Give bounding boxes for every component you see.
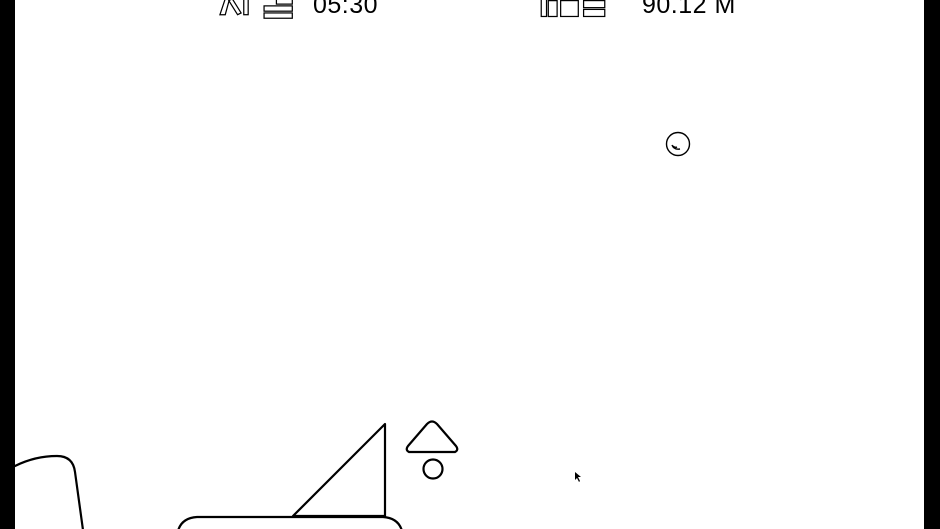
distance-value: 90.12 M [642,0,736,19]
mushroom-sprite-icon [405,420,459,480]
ground-platform [177,515,403,529]
game-stage[interactable]: 05:30 90.12 M [15,0,924,529]
bubble-coin-icon [665,131,691,157]
triangle-ramp-icon [291,422,387,518]
time-label-hangul-icon [219,0,293,19]
time-value: 05:30 [313,0,379,19]
rounded-rock-obstacle [15,454,84,529]
mouse-cursor-icon [575,472,581,482]
distance-label-hangul-icon [540,0,606,18]
